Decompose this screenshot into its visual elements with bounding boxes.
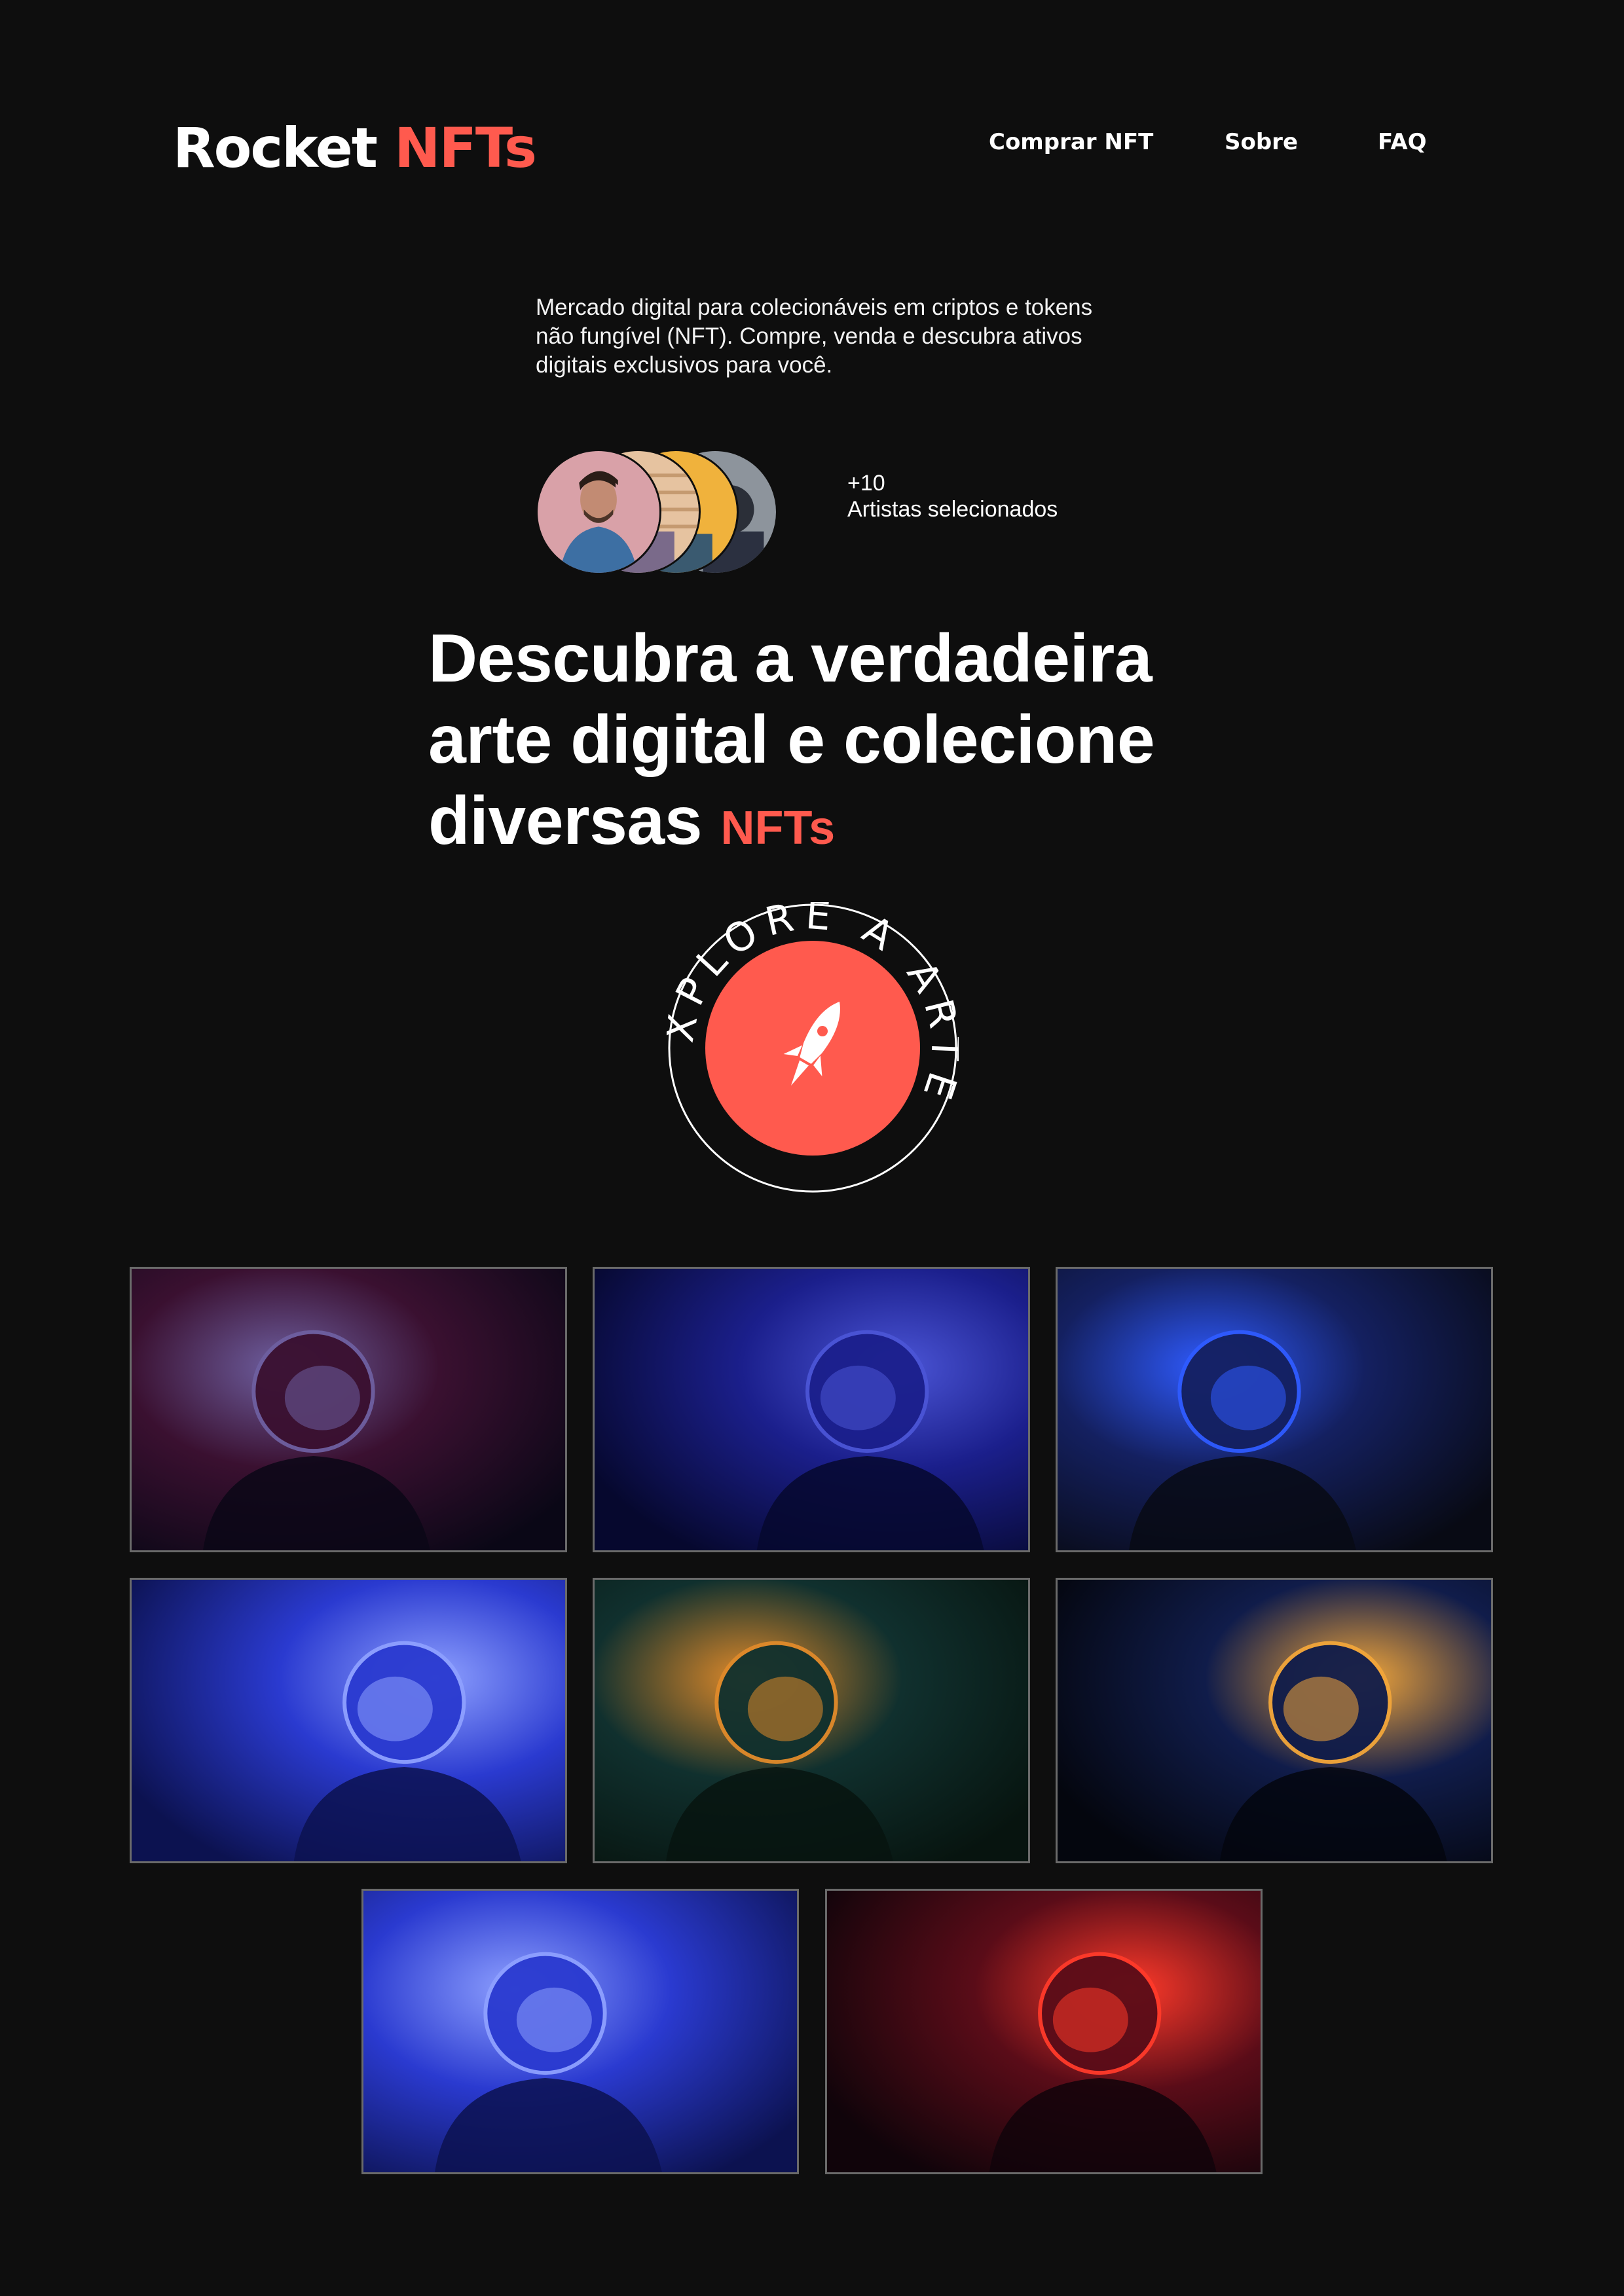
nav-comprar-nft[interactable]: Comprar NFT: [989, 126, 1153, 158]
gallery-image[interactable]: [130, 1578, 567, 1863]
artists-label: Artistas selecionados: [847, 497, 1058, 522]
headline-accent: NFTs: [720, 802, 836, 854]
nav-faq[interactable]: FAQ: [1378, 126, 1427, 158]
intro-description: Mercado digital para colecionáveis em cr…: [536, 295, 1093, 378]
nav-sobre[interactable]: Sobre: [1225, 126, 1298, 158]
hero-headline: Descubra a verdadeira arte digital e col…: [428, 618, 1280, 869]
explore-badge[interactable]: EXPLORE A ARTE: [667, 902, 959, 1194]
gallery-image[interactable]: [1056, 1267, 1493, 1552]
gallery-image[interactable]: [1056, 1578, 1493, 1863]
gallery-image[interactable]: [593, 1267, 1030, 1552]
artists-info: +10 Artistas selecionados: [847, 470, 1058, 522]
headline-line-2: arte digital e colecione: [428, 702, 1155, 778]
gallery-image[interactable]: [130, 1267, 567, 1552]
gallery-image[interactable]: [361, 1889, 799, 2174]
gallery-image[interactable]: [593, 1578, 1030, 1863]
artists-count: +10: [847, 471, 885, 496]
headline-line-3: diversas NFTs: [428, 780, 1280, 869]
artist-avatars: [536, 449, 779, 575]
gallery-image[interactable]: [825, 1889, 1263, 2174]
headline-line-1: Descubra a verdadeira: [428, 621, 1153, 697]
headline-line-3-text: diversas: [428, 783, 703, 859]
main-nav: Comprar NFT Sobre FAQ: [0, 126, 1624, 158]
avatar: [536, 449, 661, 575]
